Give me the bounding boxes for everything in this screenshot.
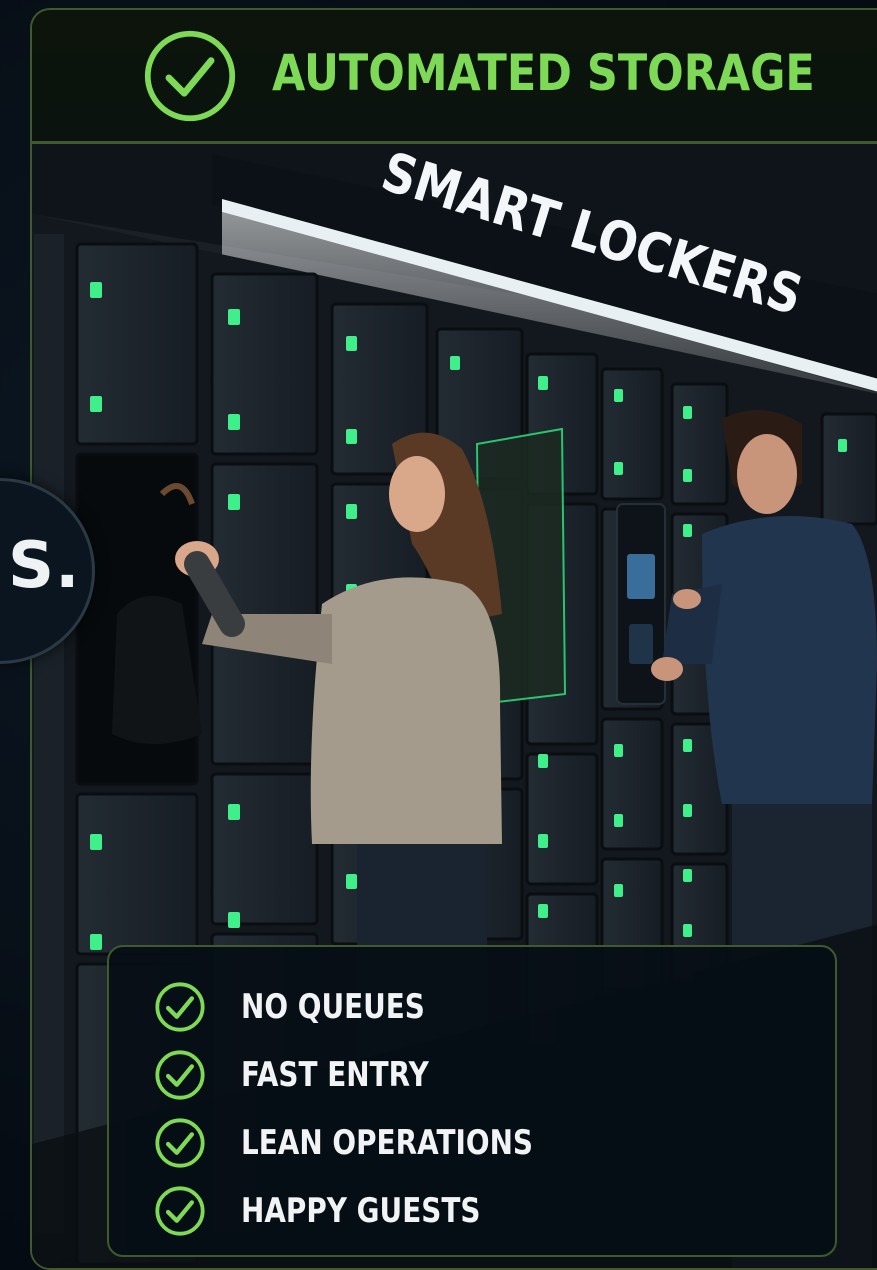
page: AUTOMATED STORAGE SMART LOCKERS NO QUEUE…: [0, 0, 877, 1270]
check-circle-icon: [155, 1118, 205, 1168]
benefit-label: NO QUEUES: [241, 987, 425, 1027]
benefit-label: FAST ENTRY: [241, 1055, 429, 1095]
feature-card: AUTOMATED STORAGE SMART LOCKERS NO QUEUE…: [30, 8, 877, 1270]
card-header: AUTOMATED STORAGE: [32, 10, 877, 144]
benefit-item: FAST ENTRY: [153, 1047, 470, 1103]
benefit-item: LEAN OPERATIONS: [153, 1115, 597, 1171]
check-circle-icon: [144, 30, 236, 122]
check-circle-icon: [155, 1186, 205, 1236]
card-title: AUTOMATED STORAGE: [272, 44, 815, 102]
benefit-label: LEAN OPERATIONS: [241, 1123, 533, 1163]
check-circle-icon: [155, 982, 205, 1032]
check-circle-icon: [155, 1050, 205, 1100]
benefit-item: HAPPY GUESTS: [153, 1183, 533, 1239]
benefit-item: NO QUEUES: [153, 979, 465, 1035]
benefit-label: HAPPY GUESTS: [241, 1191, 481, 1231]
side-badge-text: S.: [8, 529, 81, 603]
benefits-box: NO QUEUES FAST ENTRY LEAN OPERATIONS HAP…: [107, 945, 837, 1257]
